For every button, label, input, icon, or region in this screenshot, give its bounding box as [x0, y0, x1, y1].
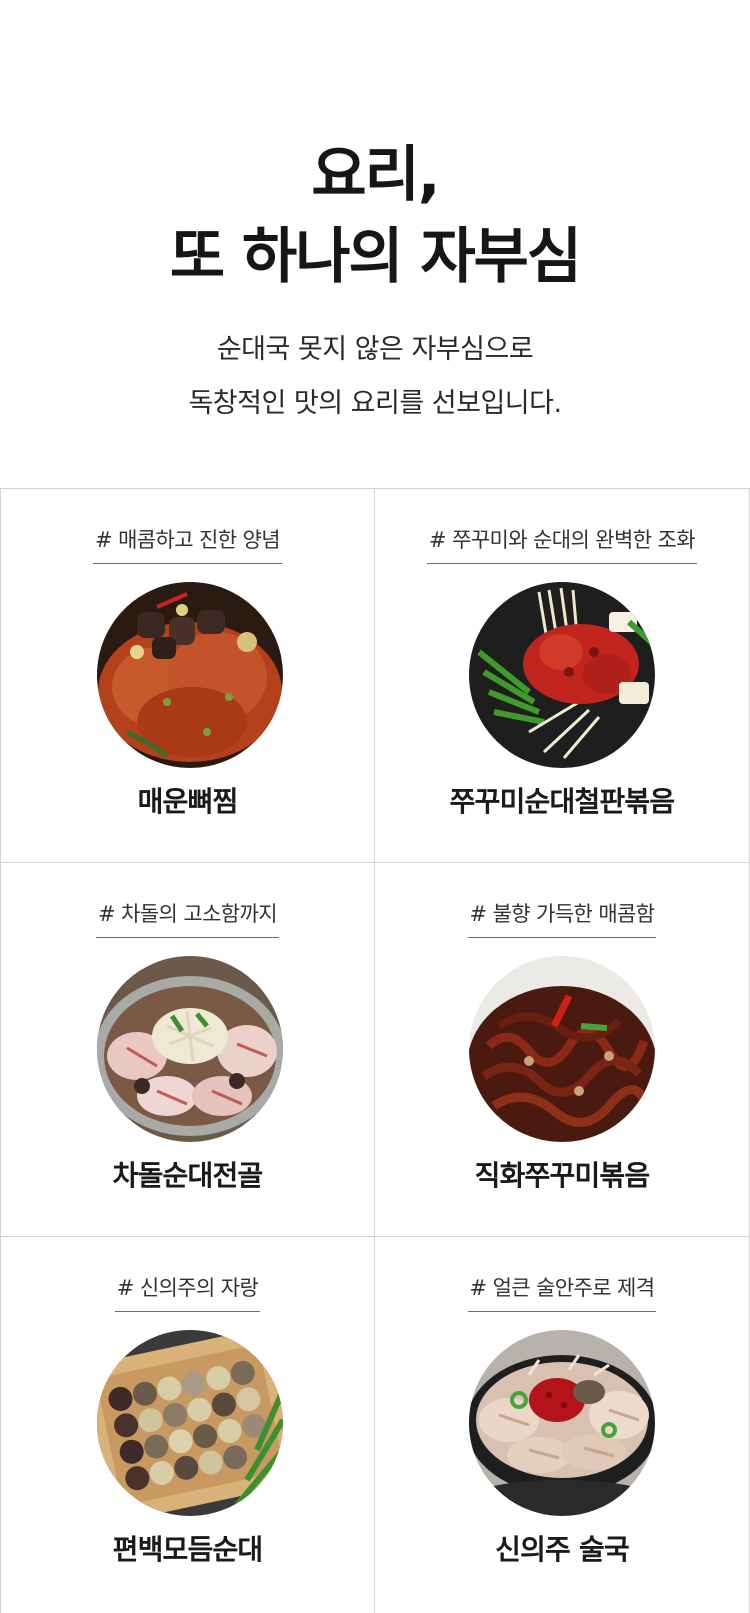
- menu-tag: # 얼큰 술안주로 제격: [467, 1275, 657, 1312]
- flame-grilled-octopus-photo: [469, 956, 655, 1142]
- menu-name: 편백모듬순대: [112, 1533, 264, 1566]
- menu-card-spicy-pork-bone[interactable]: # 매콤하고 진한 양념 매운뼈찜: [0, 489, 375, 863]
- menu-name: 직화쭈꾸미볶음: [474, 1159, 651, 1192]
- sinuiju-hangover-soup-photo: [469, 1330, 655, 1516]
- menu-name: 신의주 술국: [495, 1533, 630, 1566]
- menu-tag: # 차돌의 고소함까지: [96, 901, 279, 938]
- spicy-braised-pork-bone-photo: [97, 582, 283, 768]
- menu-card-sinuiju-soup[interactable]: # 얼큰 술안주로 제격 신의주 술국: [375, 1237, 750, 1613]
- menu-tag: # 매콤하고 진한 양념: [93, 527, 282, 564]
- menu-tag: # 신의주의 자랑: [114, 1275, 261, 1312]
- menu-name: 매운뼈찜: [137, 785, 239, 818]
- subtitle-line-1: 순대국 못지 않은 자부심으로: [216, 334, 534, 365]
- menu-card-cypress-sundae[interactable]: # 신의주의 자랑 편백모듬순대: [0, 1237, 375, 1613]
- menu-name: 차돌순대전골: [112, 1159, 264, 1192]
- menu-card-octopus-sundae-iron-plate[interactable]: # 쭈꾸미와 순대의 완벽한 조화 쭈꾸미순대철판볶음: [375, 489, 750, 863]
- menu-grid: # 매콤하고 진한 양념 매운뼈찜 # 쭈꾸미와 순대의 완벽한 조화 쭈꾸미순…: [0, 488, 750, 1613]
- headline-line-1: 요리,: [311, 140, 440, 210]
- subtitle-line-2: 독창적인 맛의 요리를 선보입니다.: [188, 388, 562, 419]
- menu-card-flame-octopus[interactable]: # 불향 가득한 매콤함 직화쭈꾸미볶음: [375, 863, 750, 1237]
- cypress-assorted-sundae-photo: [97, 1330, 283, 1516]
- menu-tag: # 불향 가득한 매콤함: [467, 901, 657, 938]
- menu-tag: # 쭈꾸미와 순대의 완벽한 조화: [427, 527, 697, 564]
- webfoot-octopus-sundae-iron-plate-photo: [469, 582, 655, 768]
- menu-card-brisket-hotpot[interactable]: # 차돌의 고소함까지 차돌순대전골: [0, 863, 375, 1237]
- brisket-sundae-hotpot-photo: [97, 956, 283, 1142]
- hero-section: 요리, 또 하나의 자부심 순대국 못지 않은 자부심으로 독창적인 맛의 요리…: [0, 0, 750, 488]
- menu-name: 쭈꾸미순대철판볶음: [449, 785, 675, 818]
- headline-line-2: 또 하나의 자부심: [169, 222, 582, 292]
